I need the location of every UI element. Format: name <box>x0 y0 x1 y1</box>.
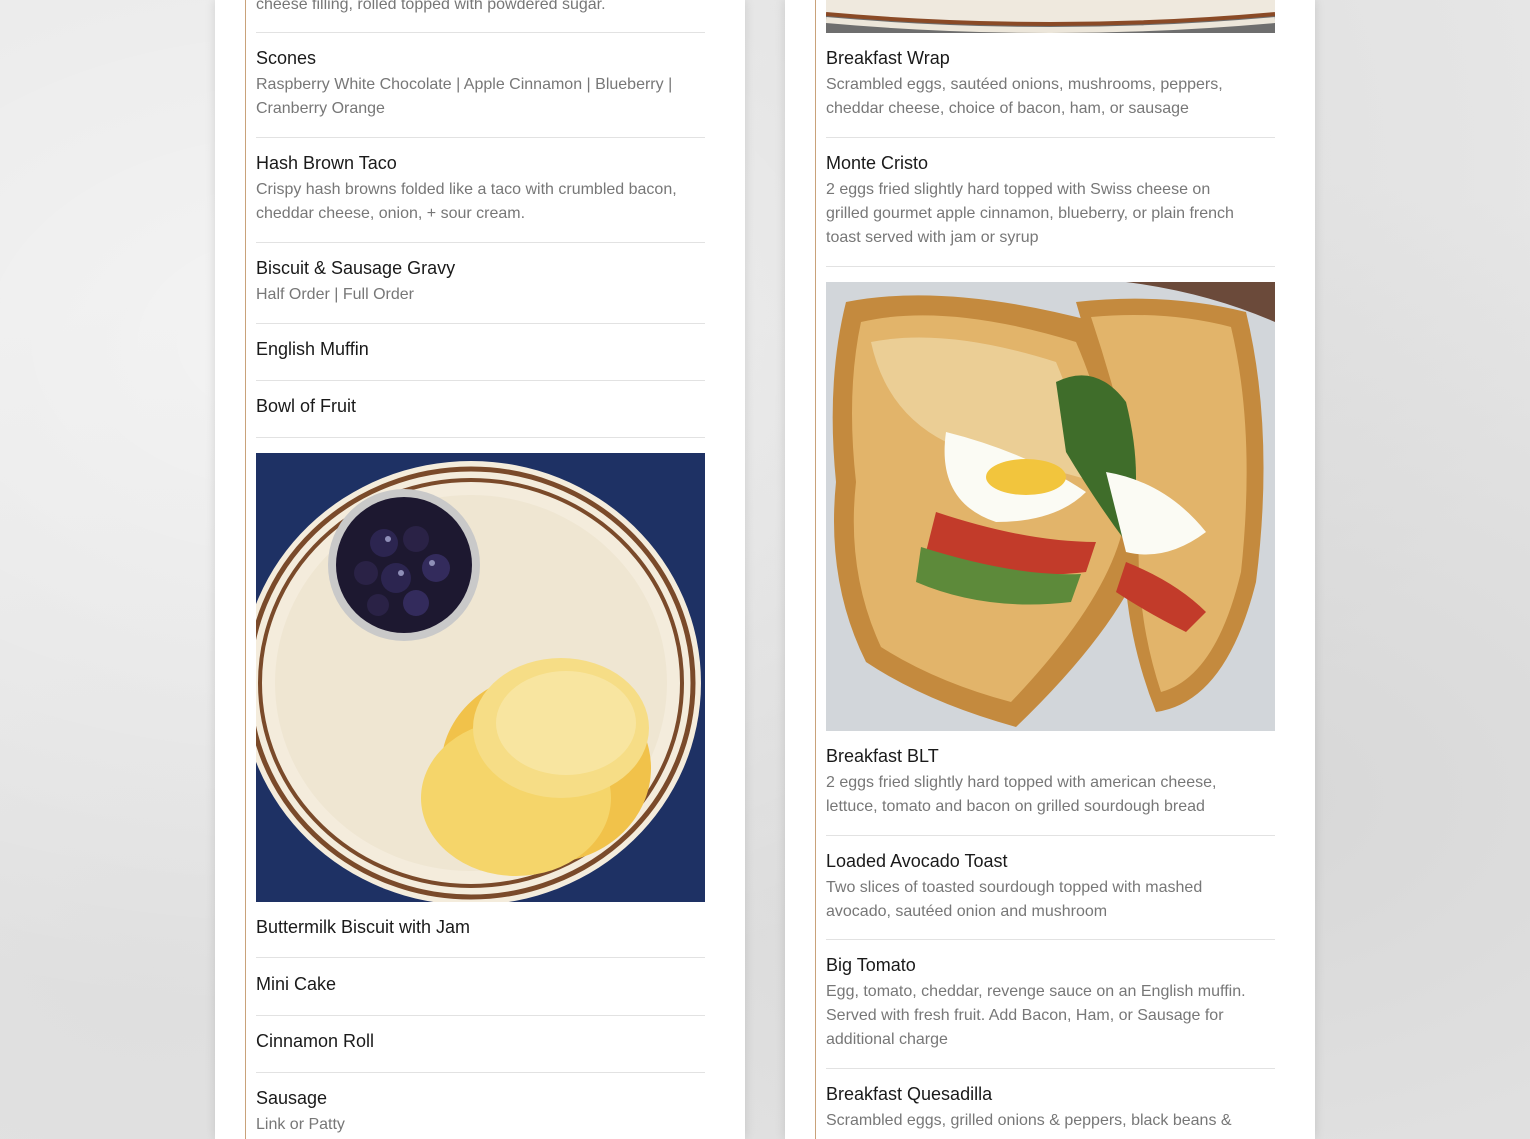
menu-item-name: Big Tomato <box>826 955 916 975</box>
biscuit-with-jam-photo-icon <box>256 453 705 902</box>
menu-item-desc: 2 eggs fried slightly hard topped with a… <box>826 774 1217 815</box>
menu-item-desc: 2 eggs fried slightly hard topped with S… <box>826 181 1234 246</box>
menu-item-name: Buttermilk Biscuit with Jam <box>256 917 471 937</box>
menu-item: Loaded Avocado Toast Two slices of toast… <box>826 850 1275 940</box>
menu-item-name: Loaded Avocado Toast <box>826 851 1008 871</box>
menu-item-name: Breakfast BLT <box>826 746 939 766</box>
menu-item-desc: Two slices of toasted sourdough topped w… <box>826 879 1203 920</box>
menu-item: Biscuit & Sausage Gravy Half Order | Ful… <box>256 257 705 324</box>
menu-item-name: Monte Cristo <box>826 153 929 173</box>
menu-item-desc: Egg, tomato, cheddar, revenge sauce on a… <box>826 983 1246 1048</box>
menu-column-left: cheese filling, rolled topped with powde… <box>245 0 715 1139</box>
menu-item-name: Breakfast Wrap <box>826 48 950 68</box>
menu-item: Cinnamon Roll <box>256 1030 705 1073</box>
breakfast-blt-sandwich-photo <box>826 282 1275 731</box>
menu-item: Breakfast Quesadilla Scrambled eggs, gri… <box>826 1083 1275 1139</box>
menu-item: Scones Raspberry White Chocolate | Apple… <box>256 47 705 138</box>
menu-item-name: Mini Cake <box>256 974 337 994</box>
menu-item: Bowl of Fruit <box>256 395 705 438</box>
menu-column-right: Breakfast Wrap Scrambled eggs, sautéed o… <box>815 0 1285 1139</box>
menu-item-partial: cheese filling, rolled topped with powde… <box>256 0 705 32</box>
menu-item-desc: Crispy hash browns folded like a taco wi… <box>256 181 677 222</box>
biscuit-with-jam-photo <box>256 453 705 902</box>
menu-item: Breakfast Wrap Scrambled eggs, sautéed o… <box>826 47 1275 138</box>
menu-item-desc: Raspberry White Chocolate | Apple Cinnam… <box>256 76 673 117</box>
menu-item-name: Scones <box>256 48 317 68</box>
menu-item-name: Hash Brown Taco <box>256 153 397 173</box>
menu-item-name: Biscuit & Sausage Gravy <box>256 258 456 278</box>
menu-item: Big Tomato Egg, tomato, cheddar, revenge… <box>826 954 1275 1069</box>
menu-item-desc: Scrambled eggs, grilled onions & peppers… <box>826 1112 1232 1129</box>
menu-item: Monte Cristo 2 eggs fried slightly hard … <box>826 152 1275 267</box>
menu-panel-left: cheese filling, rolled topped with powde… <box>215 0 745 1139</box>
menu-item: English Muffin <box>256 338 705 381</box>
menu-item-desc: Half Order | Full Order <box>256 286 414 303</box>
menu-item-name: English Muffin <box>256 339 369 359</box>
breakfast-blt-sandwich-photo-icon <box>826 282 1275 731</box>
menu-item-desc: cheese filling, rolled topped with powde… <box>256 0 606 13</box>
plate-photo-icon <box>826 0 1275 33</box>
menu-item: Buttermilk Biscuit with Jam <box>256 916 705 958</box>
menu-item-name: Bowl of Fruit <box>256 396 357 416</box>
menu-panel-right: Breakfast Wrap Scrambled eggs, sautéed o… <box>785 0 1315 1139</box>
menu-item: Breakfast BLT 2 eggs fried slightly hard… <box>826 745 1275 836</box>
menu-item: Sausage Link or Patty <box>256 1087 705 1139</box>
menu-item-desc: Scrambled eggs, sautéed onions, mushroom… <box>826 76 1223 117</box>
menu-item-name: Breakfast Quesadilla <box>826 1084 993 1104</box>
plate-photo <box>826 0 1275 33</box>
menu-item-desc: Link or Patty <box>256 1116 345 1133</box>
menu-item: Hash Brown Taco Crispy hash browns folde… <box>256 152 705 243</box>
menu-item-name: Sausage <box>256 1088 328 1108</box>
divider <box>256 32 705 33</box>
menu-item-name: Cinnamon Roll <box>256 1031 375 1051</box>
menu-item: Mini Cake <box>256 973 705 1016</box>
